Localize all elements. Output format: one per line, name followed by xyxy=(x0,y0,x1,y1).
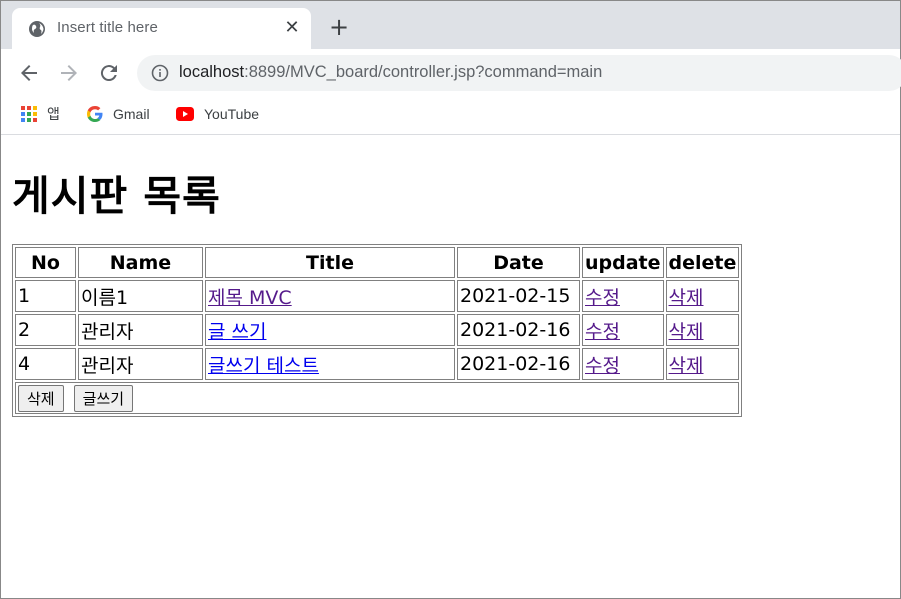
row-name: 관리자 xyxy=(78,314,203,346)
row-date: 2021-02-16 xyxy=(457,348,580,380)
url-host: localhost xyxy=(179,63,245,81)
row-name: 관리자 xyxy=(78,348,203,380)
bookmark-label: Gmail xyxy=(113,106,150,122)
column-header-delete: delete xyxy=(665,247,740,278)
title-link[interactable]: 제목 MVC xyxy=(208,287,292,309)
delete-link[interactable]: 삭제 xyxy=(669,355,704,377)
row-delete-cell: 삭제 xyxy=(665,314,740,346)
update-link[interactable]: 수정 xyxy=(585,287,620,309)
bookmark-youtube[interactable]: YouTube xyxy=(176,103,259,125)
page-title: 게시판 목록 xyxy=(12,172,221,220)
close-tab-icon[interactable]: ✕ xyxy=(282,18,302,38)
row-date: 2021-02-16 xyxy=(457,314,580,346)
row-title-cell: 글 쓰기 xyxy=(205,314,455,346)
column-header-title: Title xyxy=(205,247,455,278)
row-title-cell: 제목 MVC xyxy=(205,280,455,312)
globe-icon xyxy=(29,21,45,37)
info-icon[interactable] xyxy=(151,64,169,82)
table-row: 4 관리자 글쓰기 테스트 2021-02-16 수정 삭제 xyxy=(15,348,740,380)
delete-button[interactable]: 삭제 xyxy=(18,384,64,412)
tab-title: Insert title here xyxy=(57,19,158,36)
forward-arrow-icon[interactable] xyxy=(57,61,81,85)
address-bar[interactable]: localhost:8899/MVC_board/controller.jsp?… xyxy=(137,55,901,91)
write-button[interactable]: 글쓰기 xyxy=(73,384,134,412)
table-row: 1 이름1 제목 MVC 2021-02-15 수정 삭제 xyxy=(15,280,740,312)
row-date: 2021-02-15 xyxy=(457,280,580,312)
row-name: 이름1 xyxy=(78,280,203,312)
page-content: 게시판 목록 No Name Title Date update delete … xyxy=(1,136,900,599)
google-g-icon xyxy=(87,106,103,122)
actions-cell: 삭제 글쓰기 xyxy=(15,382,740,414)
bookmark-apps[interactable]: 앱 xyxy=(21,103,60,125)
row-update-cell: 수정 xyxy=(582,348,664,380)
browser-tab[interactable]: Insert title here ✕ xyxy=(12,8,311,49)
title-link[interactable]: 글 쓰기 xyxy=(208,321,266,343)
url-path: :8899/MVC_board/controller.jsp?command=m… xyxy=(244,63,603,81)
bookmarks-bar: 앱 Gmail YouTube xyxy=(1,97,900,135)
row-update-cell: 수정 xyxy=(582,314,664,346)
row-delete-cell: 삭제 xyxy=(665,348,740,380)
update-link[interactable]: 수정 xyxy=(585,321,620,343)
browser-toolbar: localhost:8899/MVC_board/controller.jsp?… xyxy=(1,49,901,97)
tab-strip: Insert title here ✕ + xyxy=(1,1,900,49)
table-header-row: No Name Title Date update delete xyxy=(15,247,740,278)
new-tab-icon[interactable]: + xyxy=(327,15,351,39)
table-row: 2 관리자 글 쓰기 2021-02-16 수정 삭제 xyxy=(15,314,740,346)
delete-link[interactable]: 삭제 xyxy=(669,321,704,343)
update-link[interactable]: 수정 xyxy=(585,355,620,377)
row-update-cell: 수정 xyxy=(582,280,664,312)
apps-grid-icon xyxy=(21,106,37,122)
row-no: 4 xyxy=(15,348,76,380)
board-table: No Name Title Date update delete 1 이름1 제… xyxy=(12,244,743,417)
table-actions-row: 삭제 글쓰기 xyxy=(15,382,740,414)
title-link[interactable]: 글쓰기 테스트 xyxy=(208,355,319,377)
row-delete-cell: 삭제 xyxy=(665,280,740,312)
column-header-update: update xyxy=(582,247,664,278)
bookmark-label: YouTube xyxy=(204,106,260,122)
column-header-no: No xyxy=(15,247,76,278)
delete-link[interactable]: 삭제 xyxy=(669,287,704,309)
url-text: localhost:8899/MVC_board/controller.jsp?… xyxy=(179,63,602,82)
row-no: 2 xyxy=(15,314,76,346)
column-header-date: Date xyxy=(457,247,580,278)
row-title-cell: 글쓰기 테스트 xyxy=(205,348,455,380)
reload-icon[interactable] xyxy=(97,61,121,85)
column-header-name: Name xyxy=(78,247,203,278)
bookmark-gmail[interactable]: Gmail xyxy=(87,103,150,125)
back-arrow-icon[interactable] xyxy=(17,61,41,85)
bookmark-label: 앱 xyxy=(47,106,60,122)
row-no: 1 xyxy=(15,280,76,312)
youtube-icon xyxy=(176,107,194,121)
